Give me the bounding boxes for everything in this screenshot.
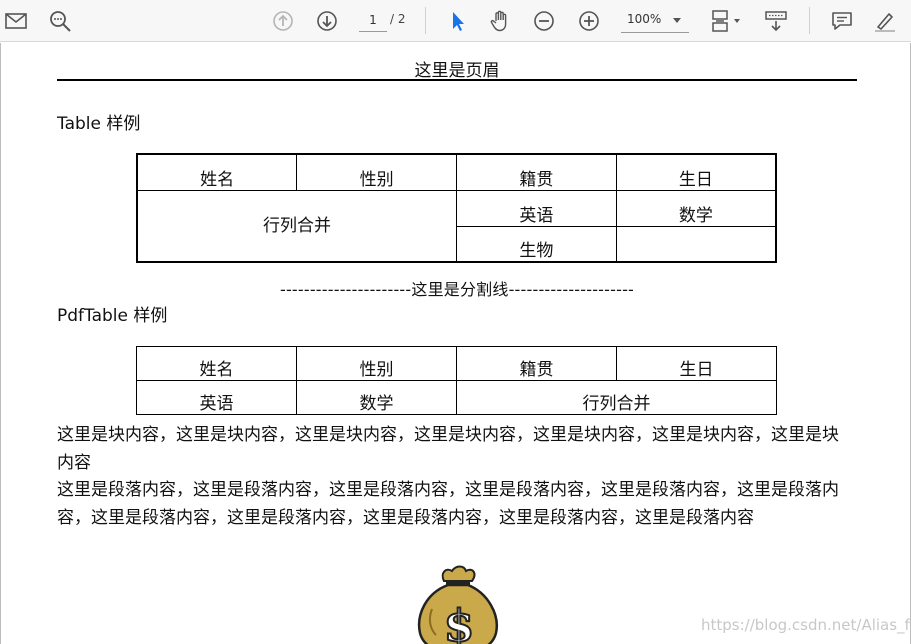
watermark: https://blog.csdn.net/Alias_fa (701, 616, 911, 634)
toolbar-separator (809, 7, 810, 34)
header-rule (57, 79, 857, 81)
toolbar-separator (425, 7, 426, 34)
merged-cell: 行列合并 (136, 189, 457, 263)
paragraph-content: 这里是段落内容，这里是段落内容，这里是段落内容，这里是段落内容，这里是段落内容，… (57, 480, 839, 528)
pdftable-section-title: PdfTable 样例 (57, 306, 168, 326)
pdf-table: 姓名 性别 籍贯 生日 英语 数学 行列合并 (136, 346, 777, 415)
hand-tool-icon[interactable] (486, 7, 514, 35)
zoom-in-icon[interactable] (575, 7, 603, 35)
highlight-pen-icon[interactable] (871, 7, 899, 35)
divider-line-text: ----------------------这里是分割线------------… (279, 280, 635, 299)
chevron-down-icon (673, 18, 681, 23)
sample-table: 姓名 性别 籍贯 生日 行列合并 英语 数学 生物 (136, 153, 777, 263)
page-header: 这里是页眉 (414, 61, 500, 81)
zoom-value: 100% (627, 12, 662, 26)
svg-text:$: $ (444, 601, 475, 644)
block-content: 这里是块内容，这里是块内容，这里是块内容，这里是块内容，这里是块内容，这里是块内… (57, 425, 839, 473)
table-cell: 生日 (615, 153, 777, 191)
page-total: / 2 (390, 12, 406, 26)
pdf-toolbar: / 2 100% (0, 0, 911, 42)
table-section-title: Table 样例 (57, 114, 141, 134)
table-cell: 性别 (296, 153, 457, 191)
table-cell: 性别 (296, 346, 457, 381)
table-cell: 生物 (456, 225, 617, 263)
mail-icon[interactable] (2, 7, 30, 35)
money-bag-icon: $ (417, 565, 498, 644)
search-icon[interactable] (46, 7, 74, 35)
select-cursor-icon[interactable] (444, 7, 472, 35)
merged-cell: 行列合并 (456, 380, 777, 415)
table-cell: 姓名 (136, 153, 298, 191)
table-cell (615, 225, 777, 263)
fit-page-icon[interactable] (706, 7, 746, 35)
page-up-icon[interactable] (269, 7, 297, 35)
zoom-select[interactable]: 100% (621, 8, 689, 33)
comment-icon[interactable] (828, 7, 856, 35)
page-down-icon[interactable] (313, 7, 341, 35)
scroll-mode-icon[interactable] (762, 7, 790, 35)
zoom-out-icon[interactable] (530, 7, 558, 35)
table-cell: 数学 (296, 380, 457, 415)
table-row: 姓名 性别 籍贯 生日 (136, 153, 777, 191)
table-cell: 英语 (456, 189, 617, 227)
table-cell: 数学 (615, 189, 777, 227)
table-cell: 生日 (616, 346, 777, 381)
table-cell: 籍贯 (456, 153, 617, 191)
table-cell: 姓名 (136, 346, 297, 381)
table-row: 行列合并 英语 数学 (136, 189, 777, 263)
pdf-page: 这里是页眉 Table 样例 姓名 性别 籍贯 生日 行列合并 英语 数学 生物… (0, 43, 911, 644)
table-row: 英语 数学 行列合并 (136, 380, 777, 415)
table-cell: 英语 (136, 380, 297, 415)
page-number-input[interactable] (359, 8, 387, 32)
table-row: 姓名 性别 籍贯 生日 (136, 346, 777, 381)
table-cell: 籍贯 (456, 346, 617, 381)
